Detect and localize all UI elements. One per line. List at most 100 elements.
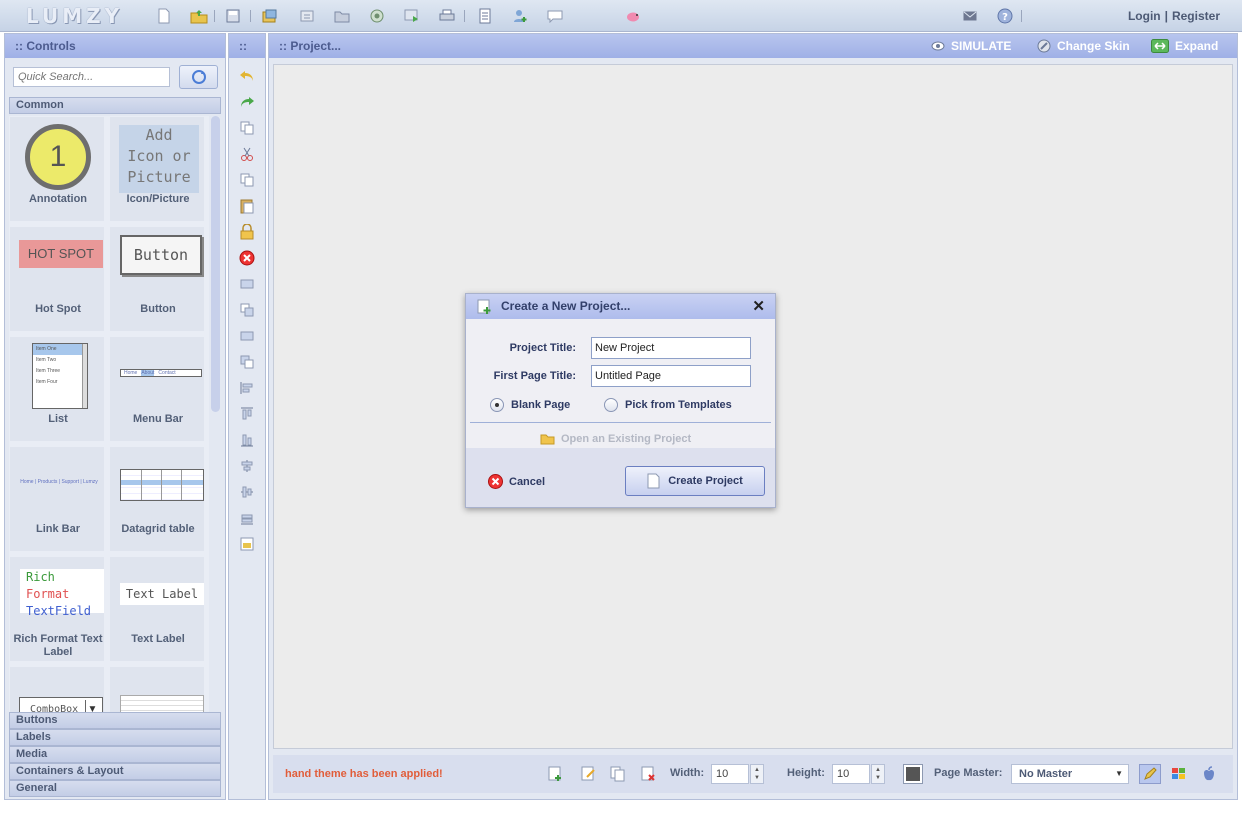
import-icon[interactable] <box>261 7 279 25</box>
list-preview: Item One Item Two Item Three Item Four <box>32 343 88 409</box>
comment-icon[interactable] <box>546 7 564 25</box>
properties-icon[interactable] <box>238 535 256 553</box>
register-link[interactable]: Register <box>1172 9 1220 23</box>
simulate-button[interactable]: SIMULATE <box>931 34 1011 58</box>
edit-page-icon[interactable] <box>581 766 597 785</box>
category-containers-layout[interactable]: Containers & Layout <box>9 763 221 780</box>
document-icon <box>647 473 660 489</box>
change-skin-button[interactable]: Change Skin <box>1037 34 1130 58</box>
mac-skin-icon[interactable] <box>1202 766 1216 785</box>
height-input[interactable]: 10 <box>832 764 870 784</box>
category-media[interactable]: Media <box>9 746 221 763</box>
redo-icon[interactable] <box>238 93 256 111</box>
category-general[interactable]: General <box>9 780 221 797</box>
page-master-select[interactable]: No Master ▼ <box>1011 764 1129 784</box>
distribute-icon[interactable] <box>238 457 256 475</box>
dialog-header: Create a New Project... <box>466 294 775 319</box>
control-link-bar[interactable]: Home | Products | Support | Lumzy Link B… <box>9 446 105 552</box>
piggy-bank-icon[interactable] <box>624 7 642 25</box>
open-existing-link[interactable]: Open an Existing Project <box>540 433 691 445</box>
height-stepper[interactable]: ▲ ▼ <box>871 764 885 784</box>
project-title-input[interactable]: New Project <box>591 337 751 359</box>
controls-panel-title: :: Controls <box>5 34 225 58</box>
project-title-label: Project Title: <box>509 342 576 354</box>
align-center-icon[interactable] <box>238 405 256 423</box>
send-back-icon[interactable] <box>238 353 256 371</box>
send-backward-icon[interactable] <box>238 301 256 319</box>
folder-icon[interactable] <box>333 7 351 25</box>
control-list[interactable]: Item One Item Two Item Three Item Four L… <box>9 336 105 442</box>
export-icon[interactable] <box>298 7 316 25</box>
preview-icon[interactable] <box>368 7 386 25</box>
first-page-title-input[interactable]: Untitled Page <box>591 365 751 387</box>
duplicate-page-icon[interactable] <box>610 766 626 785</box>
lock-icon[interactable] <box>238 223 256 241</box>
control-datagrid[interactable]: Datagrid table <box>109 446 205 552</box>
align-bottom-icon[interactable] <box>238 509 256 527</box>
hot-spot-preview: HOT SPOT <box>19 240 103 268</box>
delete-icon[interactable] <box>238 249 256 267</box>
templates-radio[interactable] <box>604 398 618 412</box>
new-project-dialog: Create a New Project... ✕ Project Title:… <box>465 293 776 508</box>
add-page-icon[interactable] <box>548 766 564 785</box>
undo-icon[interactable] <box>238 67 256 85</box>
new-file-icon[interactable] <box>155 7 173 25</box>
help-icon[interactable]: ? <box>996 7 1014 25</box>
align-right-icon[interactable] <box>238 431 256 449</box>
align-left-icon[interactable] <box>238 379 256 397</box>
control-annotation[interactable]: 1 Annotation <box>9 116 105 222</box>
control-text-area[interactable] <box>109 666 205 712</box>
control-menu-bar[interactable]: Home About Contact Menu Bar <box>109 336 205 442</box>
expand-icon <box>1151 39 1169 53</box>
control-label: Text Label <box>131 633 185 645</box>
delete-page-icon[interactable] <box>641 766 657 785</box>
paste-icon[interactable] <box>238 197 256 215</box>
publish-icon[interactable] <box>403 7 421 25</box>
refresh-button[interactable] <box>179 65 218 89</box>
category-labels[interactable]: Labels <box>9 729 221 746</box>
hand-skin-toggle[interactable] <box>1139 764 1161 784</box>
category-buttons[interactable]: Buttons <box>9 712 221 729</box>
refresh-icon <box>191 70 206 84</box>
page-master-label: Page Master: <box>934 767 1003 779</box>
add-user-icon[interactable] <box>511 7 529 25</box>
bring-forward-icon[interactable] <box>238 275 256 293</box>
open-folder-icon[interactable] <box>190 7 208 25</box>
copy-icon[interactable] <box>238 171 256 189</box>
align-middle-icon[interactable] <box>238 483 256 501</box>
width-stepper[interactable]: ▲ ▼ <box>750 764 764 784</box>
quick-search-input[interactable] <box>13 67 170 87</box>
control-icon-picture[interactable]: Add Icon or Picture Icon/Picture <box>109 116 205 222</box>
control-rich-text[interactable]: Rich Format TextField Rich Format Text L… <box>9 556 105 662</box>
mail-icon[interactable] <box>961 7 979 25</box>
cancel-button[interactable]: Cancel <box>488 474 545 489</box>
svg-text:?: ? <box>1002 12 1008 23</box>
copy-style-icon[interactable] <box>238 119 256 137</box>
save-icon[interactable] <box>224 7 242 25</box>
button-preview: Button <box>120 235 202 275</box>
print-icon[interactable] <box>438 7 456 25</box>
create-project-button[interactable]: Create Project <box>625 466 765 496</box>
windows-skin-icon[interactable] <box>1171 766 1187 785</box>
control-combobox[interactable]: ComboBox ▼ <box>9 666 105 712</box>
brush-icon <box>1037 39 1051 53</box>
cut-icon[interactable] <box>238 145 256 163</box>
project-panel-title: :: Project... <box>279 39 342 53</box>
notes-icon[interactable] <box>476 7 494 25</box>
color-picker[interactable] <box>903 764 923 784</box>
close-icon[interactable]: ✕ <box>752 297 765 315</box>
expand-button[interactable]: Expand <box>1151 34 1218 58</box>
status-bar: hand theme has been applied! Width: 10 ▲… <box>273 755 1233 793</box>
control-text-label[interactable]: Text Label Text Label <box>109 556 205 662</box>
folder-icon <box>540 434 555 445</box>
control-hot-spot[interactable]: HOT SPOT Hot Spot <box>9 226 105 332</box>
controls-scrollbar[interactable] <box>211 116 220 412</box>
width-input[interactable]: 10 <box>711 764 749 784</box>
category-common[interactable]: Common <box>9 97 221 114</box>
control-label: Datagrid table <box>121 523 195 535</box>
menu-bar-preview: Home About Contact <box>120 369 202 377</box>
bring-front-icon[interactable] <box>238 327 256 345</box>
login-link[interactable]: Login <box>1128 9 1161 23</box>
blank-page-radio[interactable] <box>490 398 504 412</box>
control-button[interactable]: Button Button <box>109 226 205 332</box>
